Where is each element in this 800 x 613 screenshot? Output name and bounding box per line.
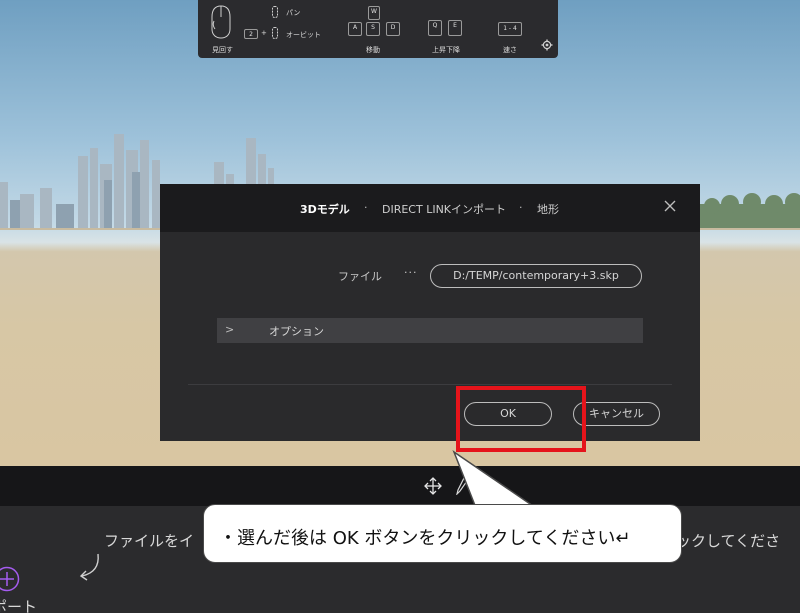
callout-text: ・選んだ後は OK ボタンをクリックしてください↵ <box>219 528 631 549</box>
dialog-divider <box>188 384 672 385</box>
tab-terrain[interactable]: 地形 <box>537 201 559 217</box>
tab-3d-model[interactable]: 3Dモデル <box>300 201 350 217</box>
callout-pointer <box>452 450 539 509</box>
import-hint-text: ファイルをイ <box>104 532 195 550</box>
options-label: オプション <box>269 325 324 338</box>
key-a: A <box>348 22 362 36</box>
bottom-toolbar <box>0 466 800 506</box>
pan-label: パン <box>286 9 301 17</box>
file-label: ファイル <box>338 270 382 283</box>
tab-separator-2: · <box>519 201 523 214</box>
mouse-wheel-icon-2 <box>272 27 278 39</box>
key-1-4: 1 - 4 <box>498 22 522 36</box>
key-q: Q <box>428 20 442 36</box>
look-around-label: 見回す <box>212 46 233 54</box>
mouse-icon <box>211 5 231 39</box>
key-d: D <box>386 22 400 36</box>
add-import-icon[interactable] <box>0 566 20 592</box>
key-e: E <box>448 20 462 36</box>
dialog-header: 3Dモデル · DIRECT LINKインポート · 地形 <box>160 184 700 232</box>
up-down-label: 上昇下降 <box>432 46 460 54</box>
key-w: W <box>368 6 380 20</box>
mouse-wheel-icon <box>272 6 278 18</box>
move-label: 移動 <box>366 46 380 54</box>
curved-arrow-icon <box>79 553 99 581</box>
ok-button-highlight <box>456 386 586 452</box>
plus-sign-icon: + <box>261 29 267 37</box>
options-section-toggle[interactable]: > オプション <box>217 318 643 343</box>
key-2: 2 <box>244 29 258 39</box>
key-s: S <box>366 22 380 36</box>
chevron-right-icon: > <box>225 323 235 336</box>
tab-separator: · <box>364 201 368 214</box>
speed-label: 速さ <box>503 46 517 54</box>
import-label: ポート <box>0 598 38 613</box>
browse-button[interactable]: ··· <box>404 266 418 279</box>
navigation-help-panel: 見回す パン 2 + オービット W A S D 移動 Q E 上昇下降 1 -… <box>198 0 558 58</box>
orbit-label: オービット <box>286 31 321 39</box>
import-hint-text-2: ックしてくださ <box>676 532 781 550</box>
tab-direct-link-import[interactable]: DIRECT LINKインポート <box>382 201 506 217</box>
gear-icon[interactable] <box>541 39 553 51</box>
file-path-field[interactable]: D:/TEMP/contemporary+3.skp <box>430 264 642 288</box>
cancel-button[interactable]: キャンセル <box>573 402 660 426</box>
close-icon[interactable] <box>662 198 678 214</box>
import-dialog: 3Dモデル · DIRECT LINKインポート · 地形 ファイル ··· D… <box>160 184 700 441</box>
